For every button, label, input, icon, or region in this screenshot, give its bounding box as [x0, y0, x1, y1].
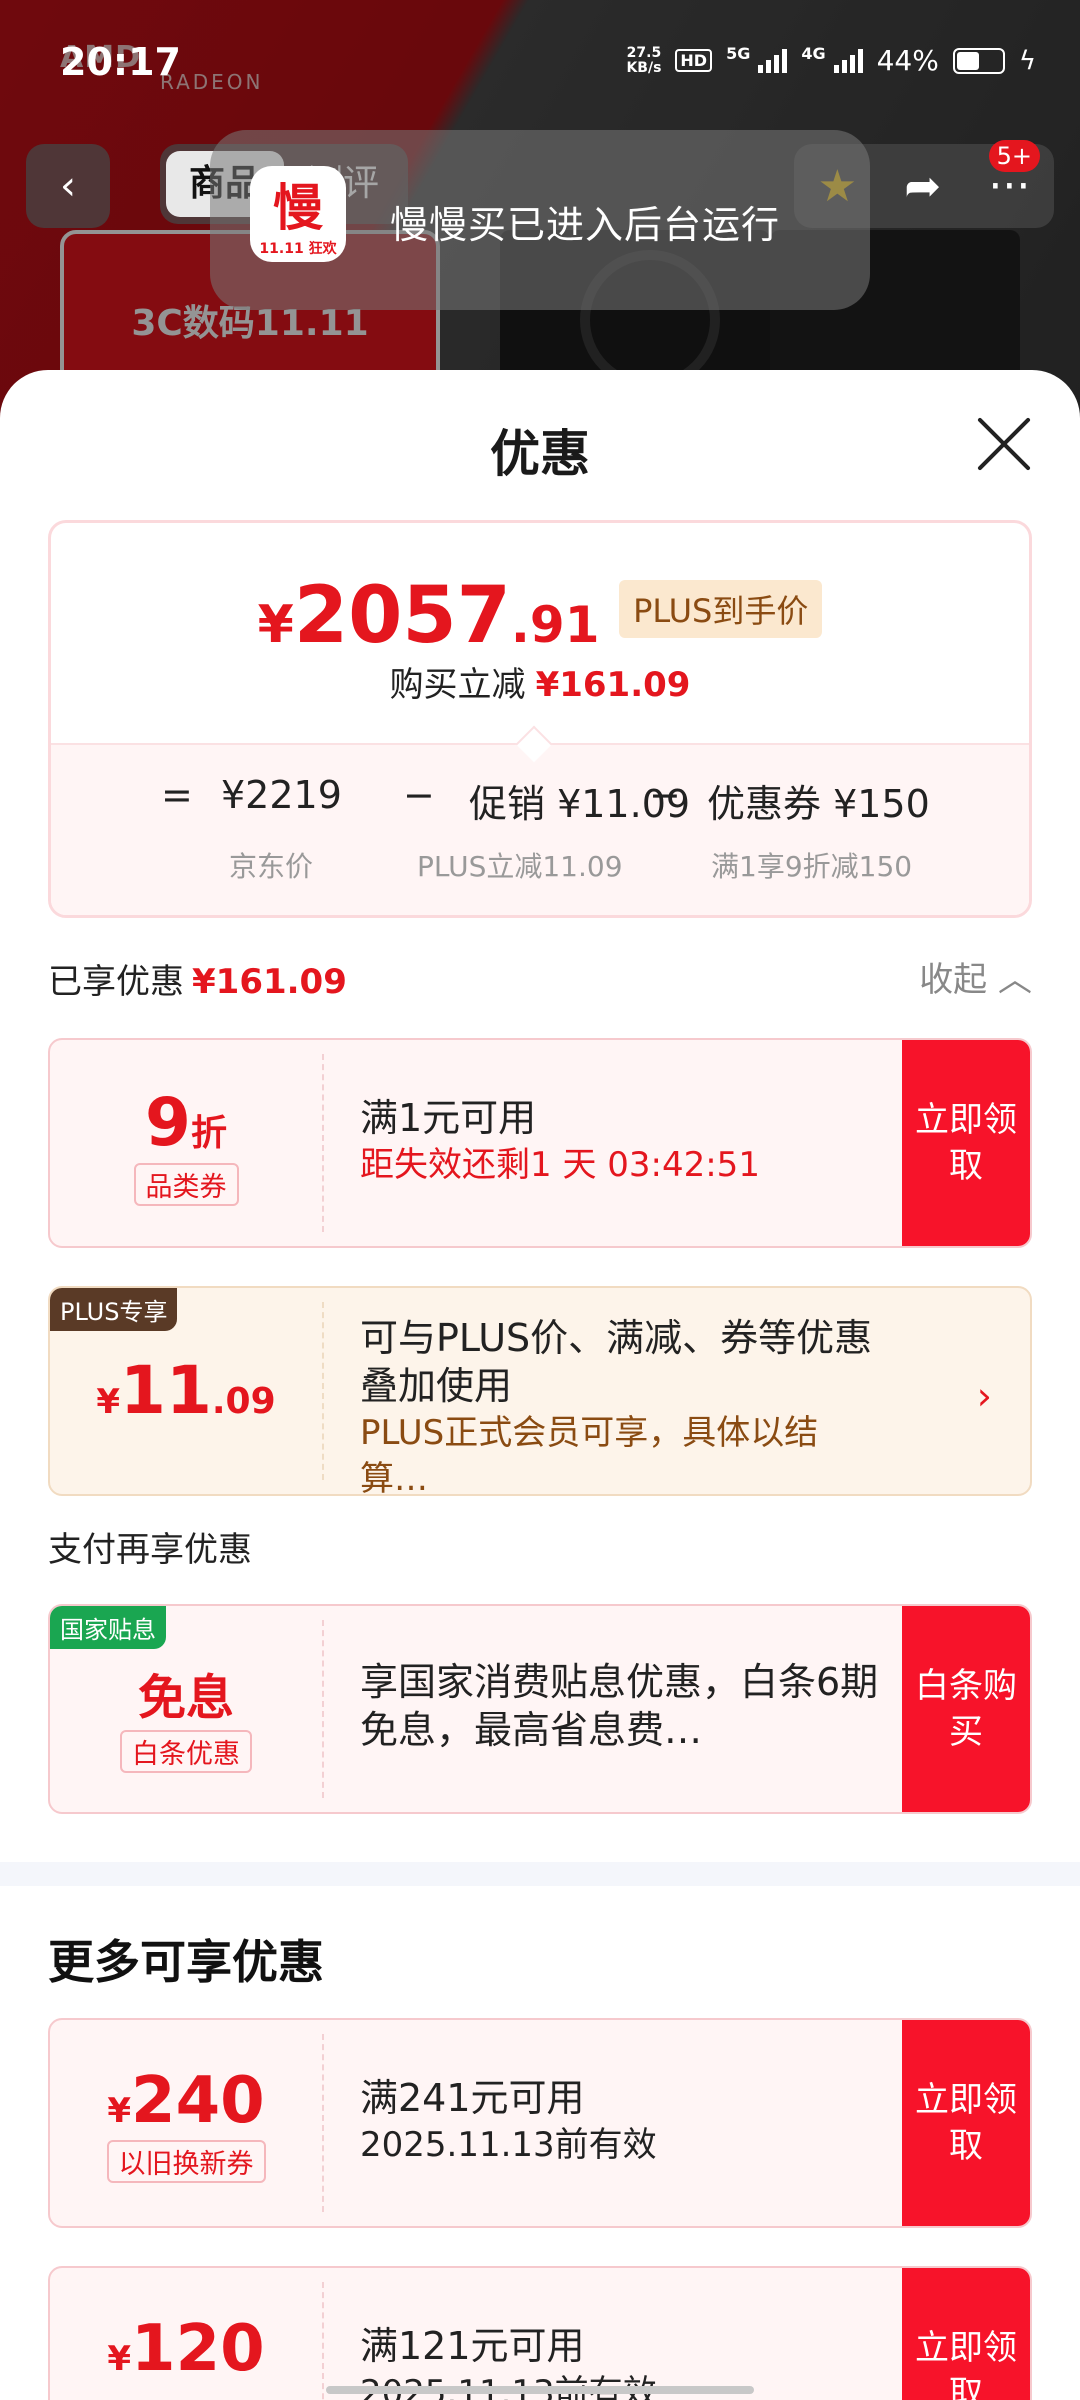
promo-label: PLUS立减11.09 [417, 850, 623, 883]
collapse-button[interactable]: 收起 ︿ [919, 952, 1032, 1001]
home-indicator[interactable] [326, 2386, 754, 2394]
close-icon[interactable] [976, 416, 1032, 472]
final-price: ¥2057.91 PLUS到手价 [51, 571, 1029, 661]
charging-icon: ϟ [1018, 45, 1036, 76]
coupon-amount: ¥240 以旧换新券 [50, 2020, 322, 2226]
signal-icon-2 [833, 48, 863, 73]
share-icon[interactable]: ➦ [904, 161, 941, 212]
battery-percent: 44% [876, 44, 939, 77]
coupon-amount: ¥120 [107, 2312, 265, 2386]
baitiao-offer-text: 享国家消费贴息优惠，白条6期免息，最高省息费… [360, 1660, 879, 1752]
section-divider [0, 1862, 1080, 1886]
coupon-type-tag: 品类券 [133, 1163, 239, 1206]
more-offers-title: 更多可享优惠 [48, 1935, 324, 1989]
claim-button[interactable]: 立即领取 [902, 2020, 1030, 2226]
equals-sign: = [161, 773, 193, 817]
plus-discount-card[interactable]: PLUS专享 ¥11.09 可与PLUS价、满减、券等优惠叠加使用 PLUS正式… [48, 1286, 1032, 1496]
trade-in-coupon: ¥240 以旧换新券 满241元可用 2025.11.13前有效 立即领取 [48, 2018, 1032, 2228]
minus-sign-2: − [649, 773, 681, 817]
coupon-condition: 满121元可用 [360, 2324, 585, 2368]
coupon-expiry: 2025.11.13前有效 [360, 2125, 657, 2165]
coupon-value: 优惠券 ¥150 [707, 782, 930, 826]
coupon-condition: 满1元可用 [360, 1096, 537, 1140]
toast-message: 慢慢买已进入后台运行 [390, 203, 781, 247]
app-icon: 慢 11.11 狂欢 [250, 166, 346, 262]
claim-button[interactable]: 立即领取 [902, 2268, 1030, 2400]
category-coupon: 9折 品类券 满1元可用 距失效还剩1 天 03:42:51 立即领取 [48, 1038, 1032, 1248]
jd-price-value: ¥2219 [221, 773, 342, 817]
net1-label: 5G [726, 44, 751, 63]
background-run-toast: 慢 11.11 狂欢 慢慢买已进入后台运行 [210, 130, 870, 310]
status-bar: 20:17 27.5 KB/s HD 5G 4G 44% ϟ [0, 0, 1080, 120]
hd-icon: HD [675, 49, 713, 72]
chevron-right-icon: › [976, 1374, 992, 1418]
coupon-countdown: 距失效还剩1 天 03:42:51 [360, 1145, 760, 1185]
payment-discount-label: 支付再享优惠 [48, 1530, 252, 1570]
coupon-label: 满1享9折减150 [711, 850, 913, 883]
net-speed: 27.5 KB/s [626, 44, 662, 76]
minus-sign: − [403, 773, 435, 817]
enjoyed-discount-label: 已享优惠 ¥161.09 [48, 962, 347, 1002]
message-badge: 5+ [988, 140, 1040, 172]
status-time: 20:17 [60, 40, 181, 84]
price-breakdown: = ¥2219 − 促销 ¥11.09 − 优惠券 ¥150 京东价 PLUS立… [51, 743, 1029, 915]
net2-label: 4G [801, 44, 826, 63]
battery-icon [952, 47, 1005, 74]
plus-benefit-note: PLUS正式会员可享，具体以结算… [360, 1413, 819, 1496]
plus-price-tag: PLUS到手价 [619, 580, 823, 638]
trade-in-tag: 以旧换新券 [106, 2140, 266, 2183]
coupon-card: ¥120 满121元可用 2025.11.13前有效 立即领取 [48, 2266, 1032, 2400]
price-summary-card: ¥2057.91 PLUS到手价 购买立减 ¥161.09 = ¥2219 − 促… [48, 520, 1032, 918]
baitiao-tag: 白条优惠 [120, 1730, 252, 1773]
coupon-expiry: 2025.11.13前有效 [360, 2370, 880, 2400]
jd-price-label: 京东价 [229, 850, 314, 883]
back-button[interactable]: ‹ [26, 144, 110, 228]
coupon-condition: 满241元可用 [360, 2076, 585, 2120]
chevron-left-icon: ‹ [60, 163, 76, 209]
claim-button[interactable]: 立即领取 [902, 1040, 1030, 1246]
sheet-title: 优惠 [490, 425, 590, 483]
baitiao-buy-button[interactable]: 白条购买 [902, 1606, 1030, 1812]
coupon-discount: 9折 品类券 [50, 1040, 322, 1246]
total-reduction: 购买立减 ¥161.09 [389, 665, 691, 705]
signal-icon [758, 48, 788, 73]
chevron-up-icon: ︿ [998, 960, 1032, 1000]
plus-benefit-title: 可与PLUS价、满减、券等优惠叠加使用 [360, 1316, 873, 1408]
plus-discount-amount: ¥11.09 [96, 1352, 276, 1429]
interest-free-label: 免息 白条优惠 [50, 1606, 322, 1812]
baitiao-subsidy-card: 国家贴息 免息 白条优惠 享国家消费贴息优惠，白条6期免息，最高省息费… 白条购… [48, 1604, 1032, 1814]
discount-sheet: 优惠 ¥2057.91 PLUS到手价 购买立减 ¥161.09 = ¥2219 … [0, 370, 1080, 2400]
status-icons: 27.5 KB/s HD 5G 4G 44% ϟ [626, 44, 1036, 77]
